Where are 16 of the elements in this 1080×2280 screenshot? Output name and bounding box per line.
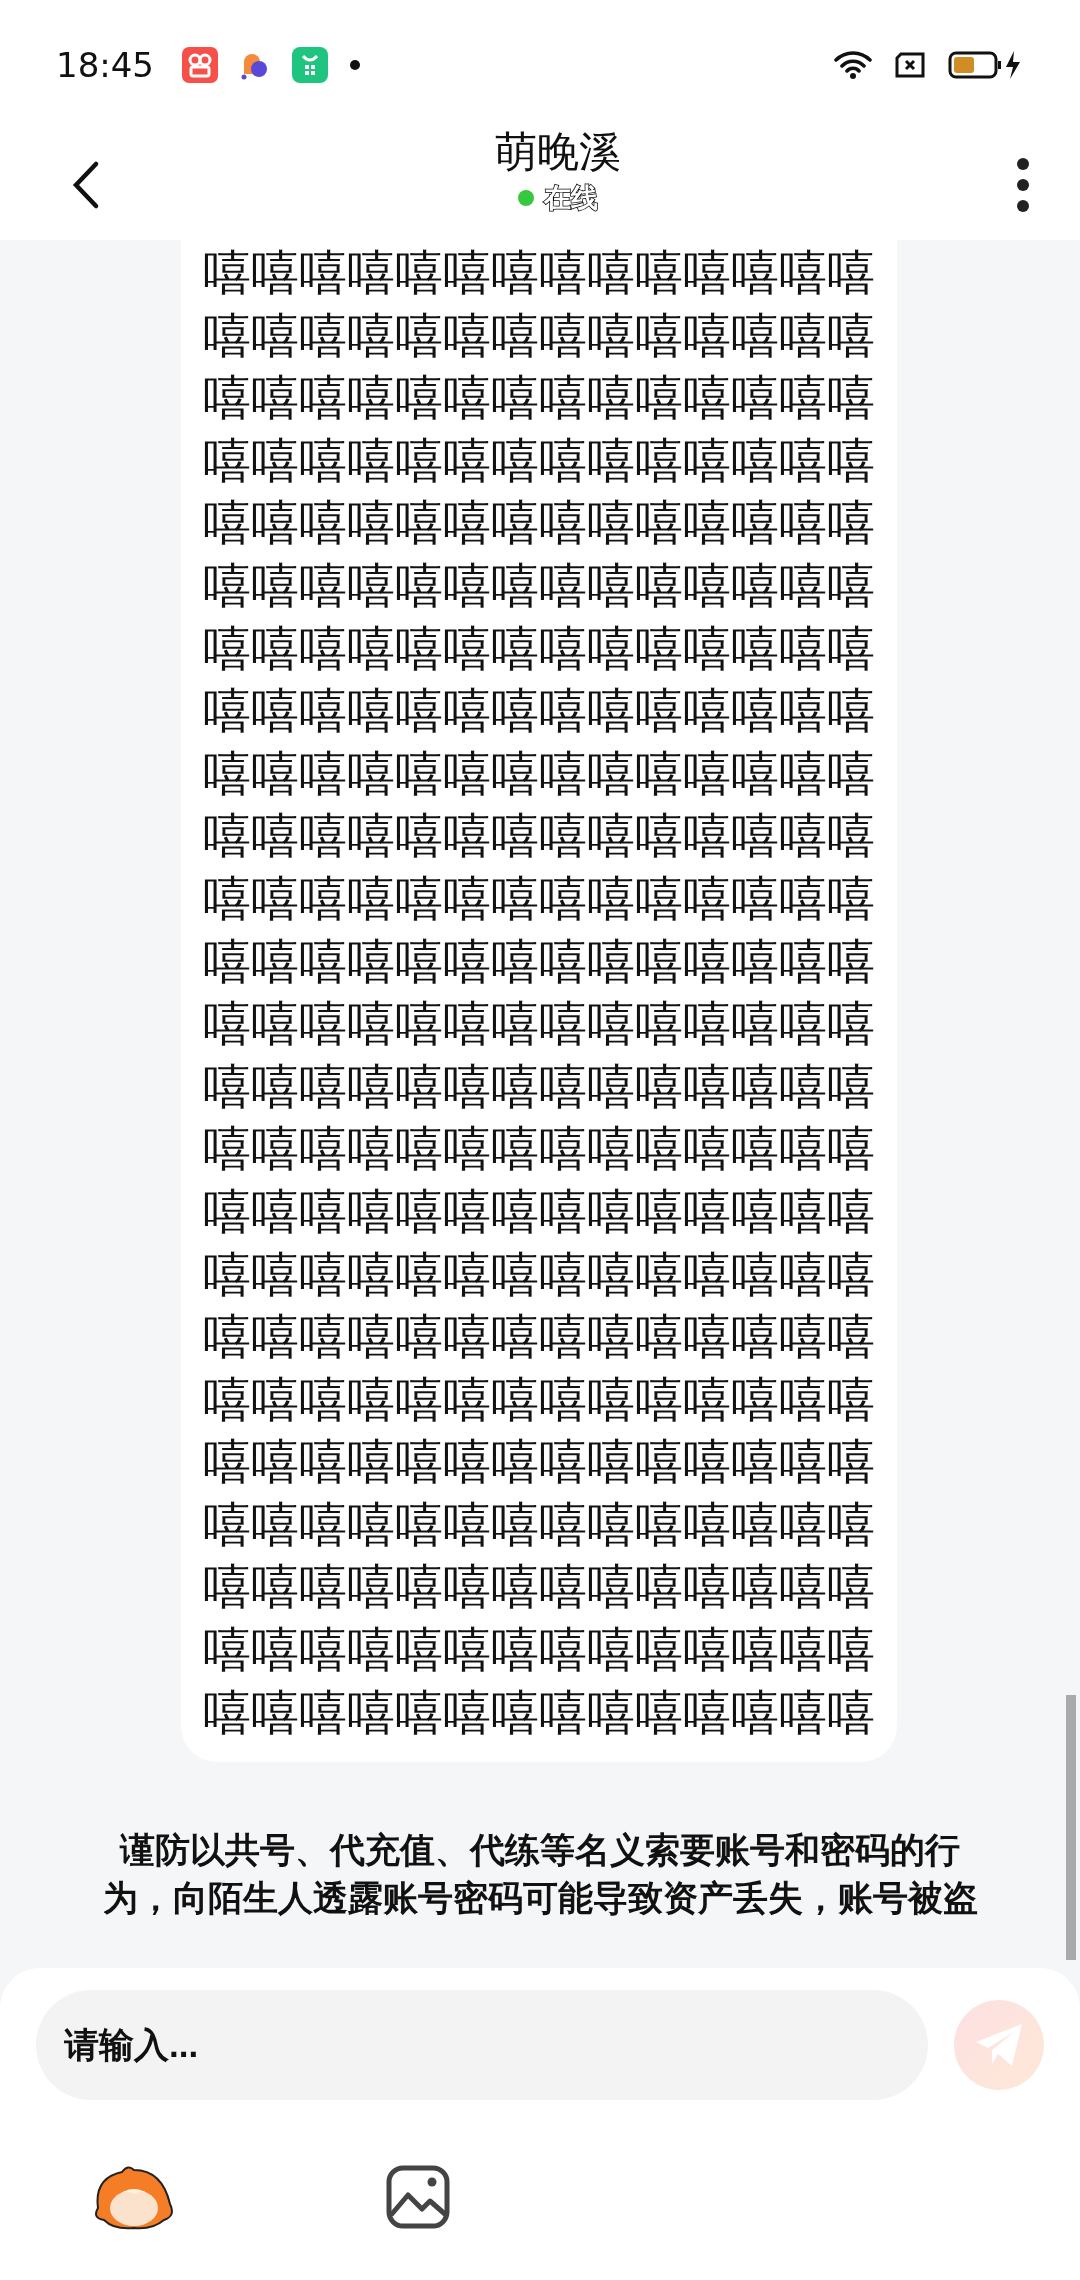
- back-button[interactable]: [70, 160, 100, 210]
- status-time: 18:45: [56, 45, 154, 85]
- sim-card-icon: [894, 52, 926, 78]
- image-button[interactable]: [386, 2165, 450, 2229]
- shopping-app-icon: [292, 47, 328, 83]
- online-status: 在线: [544, 181, 598, 215]
- chat-title: 萌晚溪: [495, 126, 621, 178]
- security-notice: 谨防以共号、代充值、代练等名义索要账号和密码的行为，向陌生人透露账号密码可能导致资产丢失，账号被盗: [101, 1829, 979, 1921]
- send-icon: [974, 2022, 1024, 2068]
- message-text: 嘻嘻嘻嘻嘻嘻嘻嘻嘻嘻嘻嘻嘻嘻 嘻嘻嘻嘻嘻嘻嘻嘻嘻嘻嘻嘻嘻嘻 嘻嘻嘻嘻嘻嘻嘻嘻嘻嘻嘻嘻嘻嘻 嘻嘻嘻嘻嘻嘻嘻嘻嘻嘻嘻嘻嘻嘻 嘻嘻嘻嘻嘻嘻嘻嘻嘻嘻嘻嘻嘻嘻 嘻嘻嘻嘻嘻嘻嘻嘻嘻嘻嘻嘻嘻嘻 嘻嘻嘻嘻嘻嘻嘻嘻嘻嘻嘻嘻嘻嘻 嘻嘻嘻嘻嘻嘻嘻嘻嘻嘻嘻嘻嘻嘻 嘻嘻嘻嘻嘻嘻嘻嘻嘻嘻嘻嘻嘻嘻 嘻嘻嘻嘻嘻嘻嘻嘻嘻嘻嘻嘻嘻嘻 嘻嘻嘻嘻嘻嘻嘻嘻嘻嘻嘻嘻嘻嘻 嘻嘻嘻嘻嘻嘻嘻嘻嘻嘻嘻嘻嘻嘻 嘻嘻嘻嘻嘻嘻嘻嘻嘻嘻嘻嘻嘻嘻 嘻嘻嘻嘻嘻嘻嘻嘻嘻嘻嘻嘻嘻嘻 嘻嘻嘻嘻嘻嘻嘻嘻嘻嘻嘻嘻嘻嘻 嘻嘻嘻嘻嘻嘻嘻嘻嘻嘻嘻嘻嘻嘻 嘻嘻嘻嘻嘻嘻嘻嘻嘻嘻嘻嘻嘻嘻 嘻嘻嘻嘻嘻嘻嘻嘻嘻嘻嘻嘻嘻嘻 嘻嘻嘻嘻嘻嘻嘻嘻嘻嘻嘻嘻嘻嘻 嘻嘻嘻嘻嘻嘻嘻嘻嘻嘻嘻嘻嘻嘻 嘻嘻嘻嘻嘻嘻嘻嘻嘻嘻嘻嘻嘻嘻 嘻嘻嘻嘻嘻嘻嘻嘻嘻嘻嘻嘻嘻嘻 嘻嘻嘻嘻嘻嘻嘻嘻嘻嘻嘻嘻嘻嘻 嘻嘻嘻嘻嘻嘻嘻嘻嘻嘻嘻嘻嘻嘻: [202, 244, 875, 1742]
- message-input[interactable]: 请输入...: [36, 1990, 928, 2100]
- sticker-button[interactable]: [92, 2164, 176, 2230]
- wifi-icon: [834, 50, 872, 80]
- more-menu-button[interactable]: [1016, 157, 1030, 213]
- notification-dot-icon: [350, 60, 360, 70]
- video-app-icon: [182, 47, 218, 83]
